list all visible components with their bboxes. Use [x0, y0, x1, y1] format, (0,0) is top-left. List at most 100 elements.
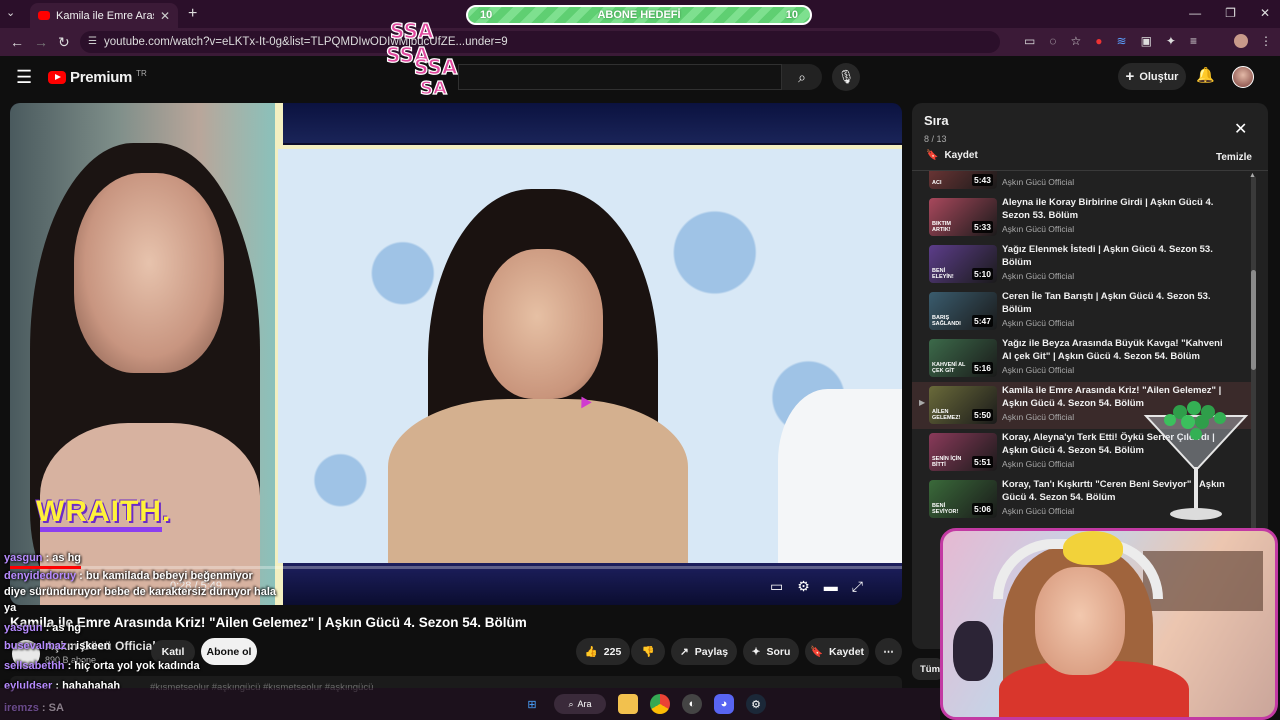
thumbs-up-icon: 👍 [584, 646, 598, 658]
steam-icon[interactable]: ⚙ [746, 694, 766, 714]
extension-audio-icon[interactable]: ≋ [1117, 34, 1127, 48]
maximize-icon[interactable]: ❐ [1225, 6, 1236, 20]
search-input[interactable] [458, 64, 782, 90]
save-button[interactable]: 🔖 Kaydet [805, 638, 869, 665]
file-explorer-icon[interactable] [618, 694, 638, 714]
queue-scrollbar-thumb[interactable] [1251, 270, 1256, 370]
martini-glass-overlay [1143, 401, 1249, 520]
queue-item-channel: Aşkın Gücü Official [1002, 506, 1075, 516]
extension-red-icon[interactable]: ● [1095, 34, 1102, 48]
bookmark-icon: 🔖 [926, 150, 939, 161]
thumbnail-caption: AİLEN GELEMEZ! [932, 409, 961, 421]
more-actions-button[interactable]: ⋯ [875, 638, 902, 665]
video-player[interactable]: WRAITH. [10, 103, 902, 605]
share-label: Paylaş [694, 645, 729, 658]
queue-item-thumbnail[interactable]: BARIŞ SAĞLANDI 5:47 [929, 292, 997, 330]
browser-tab[interactable]: Kamila ile Emre Arasında Kriz! ✕ [30, 3, 178, 28]
fullscreen-icon[interactable]: ⤢ [852, 578, 863, 595]
extension-box-icon[interactable]: ▣ [1141, 34, 1152, 48]
queue-item-thumbnail[interactable]: ACI 5:43 [929, 171, 997, 189]
browser-profile-icon[interactable] [1234, 34, 1248, 48]
queue-title: Sıra [924, 113, 949, 128]
queue-item-thumbnail[interactable]: BENİ ELEYİN! 5:10 [929, 245, 997, 283]
new-tab-icon[interactable]: + [188, 5, 197, 23]
ssa-logo-overlay: SSA SSA SSA SA [385, 18, 458, 98]
queue-item[interactable]: BENİ ELEYİN! 5:10 Yağız Elenmek İstedi | A… [912, 241, 1252, 288]
taskbar-search[interactable]: ⌕ Ara [554, 694, 606, 714]
ask-button[interactable]: ✦ Soru [743, 638, 799, 665]
chrome-icon[interactable] [650, 694, 670, 714]
queue-item-title: Aleyna ile Koray Birbirine Girdi | Aşkın… [1002, 197, 1214, 221]
app-icon[interactable]: ◐ [682, 694, 702, 714]
queue-item-thumbnail[interactable]: AİLEN GELEMEZ! 5:50 [929, 386, 997, 424]
voice-search-button[interactable]: 🎙 [832, 63, 860, 91]
tab-search-icon[interactable]: ⌄ [6, 6, 15, 19]
chat-text: : bu kamilada bebeyi beğenmiyor [76, 570, 253, 582]
queue-item[interactable]: BIKTIM ARTIK! 5:33 Aleyna ile Koray Birbir… [912, 194, 1252, 241]
browser-menu-icon[interactable]: ⋮ [1260, 34, 1272, 48]
now-playing-icon: ▶ [919, 398, 926, 407]
goal-label: ABONE HEDEFİ [597, 9, 681, 21]
tab-close-icon[interactable]: ✕ [160, 9, 170, 23]
queue-save-label: Kaydet [944, 150, 978, 161]
minimize-icon[interactable]: — [1189, 6, 1201, 20]
chat-username: busevalmaz [4, 640, 67, 652]
back-icon[interactable]: ← [10, 34, 24, 50]
extensions-puzzle-icon[interactable]: ✦ [1166, 34, 1176, 48]
chat-message: yasgun : as hg [4, 622, 81, 634]
queue-item-thumbnail[interactable]: BENİ SEVİYOR! 5:06 [929, 480, 997, 518]
settings-gear-icon[interactable]: ⚙ [797, 578, 810, 595]
chat-username: denyidedoruy [4, 570, 77, 582]
search-button[interactable]: ⌕ [782, 64, 822, 90]
queue-item-thumbnail[interactable]: SENİN İÇİN BİTTİ 5:51 [929, 433, 997, 471]
queue-item-duration: 5:43 [971, 174, 993, 186]
tab-title: Kamila ile Emre Arasında Kriz! [56, 9, 154, 22]
cast-icon[interactable]: ▭ [1024, 34, 1035, 48]
youtube-play-icon [48, 71, 66, 84]
queue-close-icon[interactable]: ✕ [1234, 119, 1247, 139]
create-button[interactable]: + Oluştur [1118, 63, 1186, 90]
menu-icon[interactable]: ☰ [16, 67, 32, 88]
eye-off-icon[interactable]: ◌ [1049, 34, 1056, 48]
reload-icon[interactable]: ↻ [58, 34, 70, 51]
subtitles-icon[interactable]: ▭ [770, 578, 783, 595]
wraith-overlay-logo: WRAITH. [36, 495, 172, 528]
like-button[interactable]: 👍 225 [576, 638, 630, 665]
queue-item-channel: Aşkın Gücü Official [1002, 318, 1075, 328]
dislike-button[interactable]: 👎 [631, 638, 665, 665]
theater-mode-icon[interactable]: ▬ [824, 578, 838, 595]
close-window-icon[interactable]: ✕ [1260, 6, 1270, 20]
queue-item[interactable]: BARIŞ SAĞLANDI 5:47 Ceren İle Tan Barıştı … [912, 288, 1252, 335]
queue-item-thumbnail[interactable]: BIKTIM ARTIK! 5:33 [929, 198, 997, 236]
media-icon[interactable]: ≡ [1190, 34, 1197, 48]
queue-item-title: Yağız ile Beyza Arasında Büyük Kavga! "K… [1002, 338, 1223, 362]
youtube-logo[interactable]: Premium TR [48, 69, 147, 86]
chat-username: yasgun [4, 552, 43, 564]
notifications-bell-icon[interactable]: 🔔 [1196, 66, 1215, 84]
queue-item-channel: Aşkın Gücü Official [1002, 177, 1075, 187]
address-bar[interactable]: youtube.com/watch?v=eLKTx-It-0g&list=TLP… [80, 31, 1000, 53]
forward-icon[interactable]: → [34, 34, 48, 50]
queue-save-button[interactable]: 🔖 Kaydet [926, 150, 978, 161]
chat-text: : hiç orta yol yok kadında [64, 660, 200, 672]
windows-start-icon[interactable]: ⊞ [522, 694, 542, 714]
discord-icon[interactable]: ◕ [714, 694, 734, 714]
subscriber-goal-bar: 10 ABONE HEDEFİ 10 [466, 5, 812, 25]
queue-item[interactable]: ACI5:43Sezon 53. BölümAşkın Gücü Officia… [912, 171, 1252, 194]
queue-item[interactable]: KAHVENİ AL ÇEK GİT 5:16 Yağız ile Beyza Ar… [912, 335, 1252, 382]
queue-item-duration: 5:47 [971, 315, 993, 327]
scroll-up-arrow-icon[interactable]: ▲ [1249, 172, 1256, 179]
site-info-icon[interactable]: ☰ [88, 36, 97, 47]
thumbnail-caption: BARIŞ SAĞLANDI [932, 315, 961, 327]
bookmark-star-icon[interactable]: ☆ [1070, 34, 1081, 48]
queue-item-thumbnail[interactable]: KAHVENİ AL ÇEK GİT 5:16 [929, 339, 997, 377]
queue-count: 8 / 13 [924, 134, 947, 144]
streamer-webcam [940, 528, 1278, 720]
thumbnail-caption: SENİN İÇİN BİTTİ [932, 456, 962, 468]
queue-clear-button[interactable]: Temizle [1216, 152, 1252, 163]
save-label: Kaydet [829, 645, 865, 658]
share-button[interactable]: ↗ Paylaş [671, 638, 737, 665]
chat-username: yasgun [4, 622, 43, 634]
account-avatar[interactable] [1232, 66, 1254, 88]
bookmark-icon: 🔖 [809, 646, 824, 658]
